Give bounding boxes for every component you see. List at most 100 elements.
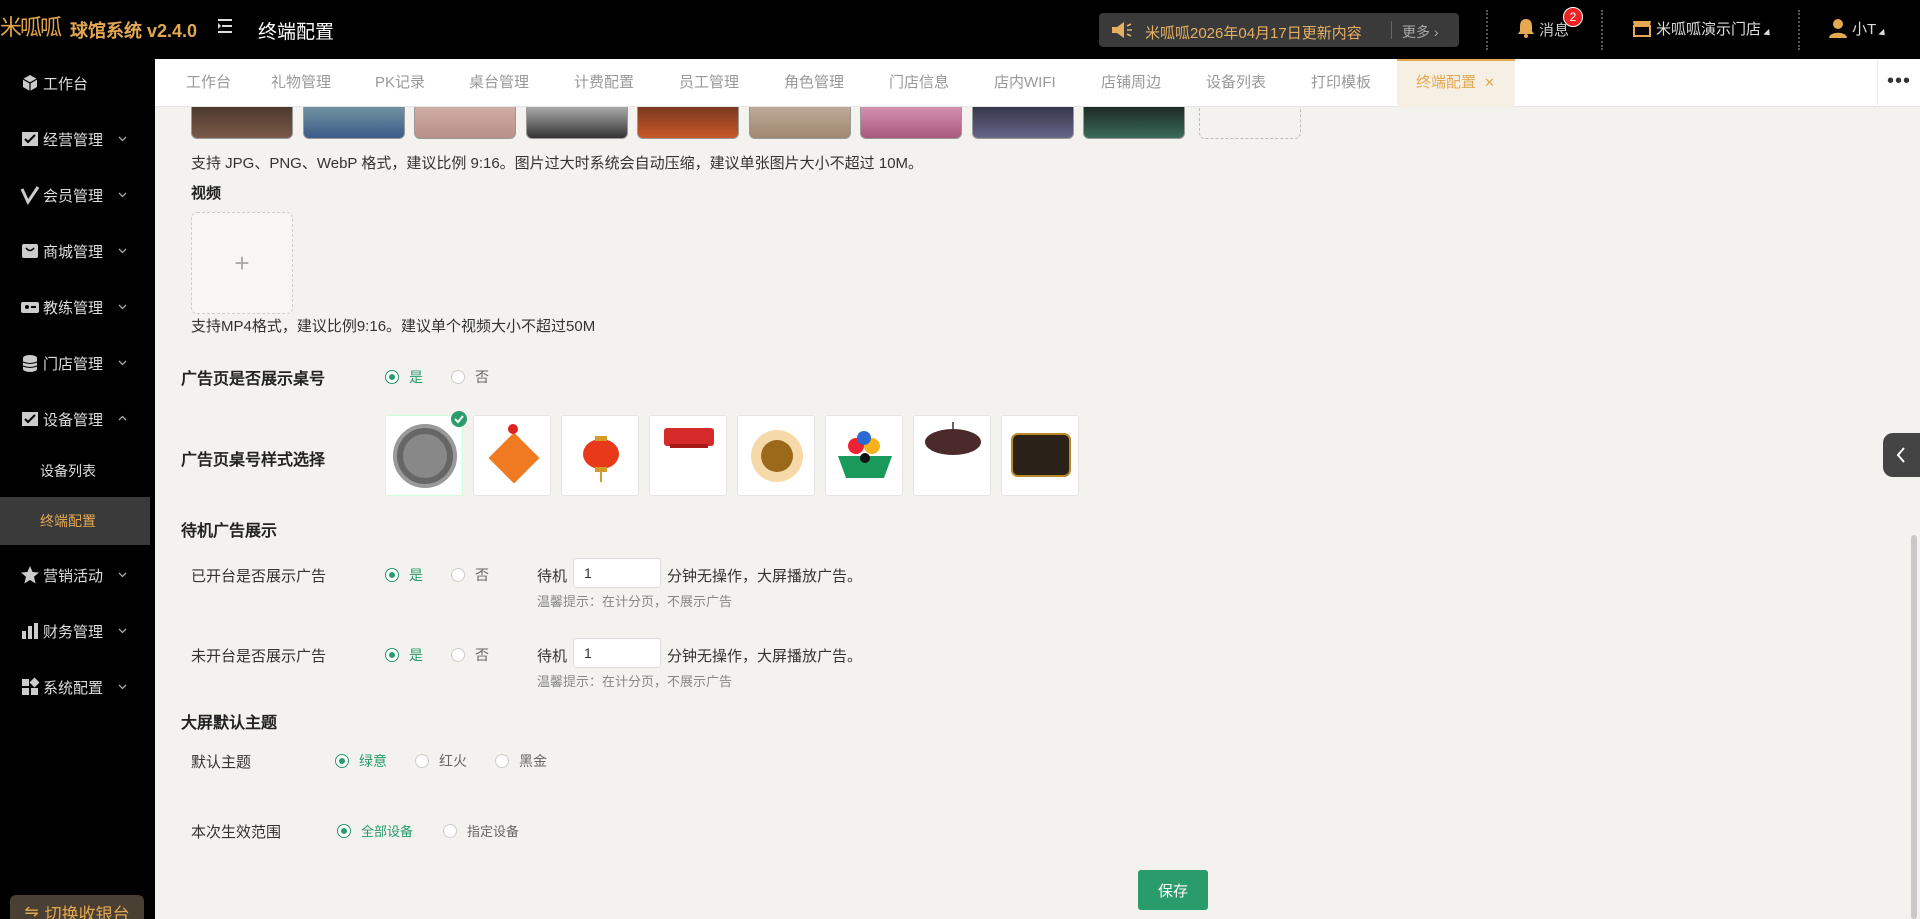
ad-show-table-label: 广告页是否展示桌号 (181, 371, 326, 388)
shop-icon (22, 244, 38, 258)
tab-billing[interactable]: 计费配置 (574, 59, 634, 107)
sidebar-item-members[interactable]: 会员管理 (0, 173, 155, 217)
scope-specific-devices-radio[interactable]: 指定设备 (443, 821, 519, 840)
tab-surroundings[interactable]: 店铺周边 (1101, 59, 1161, 107)
standby-prefix: 待机 (537, 568, 568, 585)
scope-label: 本次生效范围 (191, 824, 282, 841)
ad-image-thumb[interactable] (1083, 107, 1185, 139)
tab-print-templates[interactable]: 打印模板 (1311, 59, 1371, 107)
table-style-option-billiards[interactable] (825, 415, 903, 496)
ad-show-table-no-radio[interactable]: 否 (451, 367, 489, 387)
switch-arrows-icon: ⇋ (24, 902, 39, 919)
unopened-show-ad-no-radio[interactable]: 否 (451, 645, 489, 665)
theme-red-radio[interactable]: 红火 (415, 751, 467, 771)
tab-terminal-config[interactable]: 终端配置 ✕ (1397, 59, 1515, 107)
chevron-down-icon (118, 572, 127, 578)
add-image-button[interactable] (1199, 107, 1301, 139)
sidebar-item-devices[interactable]: 设备管理 (0, 397, 155, 441)
billiard-balls-icon (838, 431, 892, 478)
ad-table-style-label: 广告页桌号样式选择 (181, 452, 326, 469)
tab-roles[interactable]: 角色管理 (784, 59, 844, 107)
table-style-option-wood[interactable] (913, 415, 991, 496)
sidebar-item-stores[interactable]: 门店管理 (0, 341, 155, 385)
table-style-option-diamond[interactable] (473, 415, 551, 496)
sidebar-item-workbench[interactable]: 工作台 (0, 61, 155, 105)
star-icon (21, 566, 39, 584)
collapse-panel-button[interactable] (1883, 433, 1920, 477)
sidebar-item-marketing[interactable]: 营销活动 (0, 553, 155, 597)
sidebar-subitem-terminal-config[interactable]: 终端配置 (0, 497, 150, 545)
image-format-hint: 支持 JPG、PNG、WebP 格式，建议比例 9:16。图片过大时系统会自动压… (191, 155, 924, 172)
switch-cashier-button[interactable]: ⇋ 切换收银台 (10, 895, 144, 919)
opened-show-ad-no-radio[interactable]: 否 (451, 565, 489, 585)
ad-image-thumb[interactable] (972, 107, 1074, 139)
lantern-icon (583, 436, 619, 482)
ad-image-thumb[interactable] (860, 107, 962, 139)
tab-bar: 工作台 礼物管理 PK记录 桌台管理 计费配置 员工管理 角色管理 门店信息 店… (155, 59, 1920, 107)
bell-icon (1518, 19, 1534, 38)
device-icon (22, 412, 38, 426)
tab-workbench[interactable]: 工作台 (186, 59, 231, 107)
table-style-option-glow[interactable] (737, 415, 815, 496)
tab-pk-records[interactable]: PK记录 (375, 59, 425, 107)
grid-icon (22, 677, 40, 695)
page-title: 终端配置 (258, 22, 335, 43)
unopened-show-ad-label: 未开台是否展示广告 (191, 648, 327, 665)
sidebar-item-finance[interactable]: 财务管理 (0, 609, 155, 653)
table-style-option-black-gold[interactable] (1001, 415, 1079, 496)
table-style-option-banner[interactable] (649, 415, 727, 496)
theme-green-radio[interactable]: 绿意 (335, 751, 387, 771)
ad-image-thumb[interactable] (637, 107, 739, 139)
opened-show-ad-yes-radio[interactable]: 是 (385, 565, 423, 585)
more-icon[interactable]: ••• (1877, 59, 1920, 107)
check-icon (451, 411, 467, 427)
video-format-hint: 支持MP4格式，建议比例9:16。建议单个视频大小不超过50M (191, 318, 596, 335)
tab-staff[interactable]: 员工管理 (679, 59, 739, 107)
standby-prefix: 待机 (537, 648, 568, 665)
store-switcher[interactable]: 米呱呱演示门店 (1632, 18, 1773, 39)
sidebar-item-system[interactable]: 系统配置 (0, 665, 155, 709)
upload-video-button[interactable]: + (191, 212, 293, 314)
default-theme-label: 默认主题 (191, 754, 252, 771)
save-button[interactable]: 保存 (1138, 870, 1208, 910)
sidebar-item-mall[interactable]: 商城管理 (0, 229, 155, 273)
chevron-down-icon (118, 304, 127, 310)
notice-text[interactable]: 米呱呱2026年04月17日更新内容 (1145, 22, 1362, 43)
ad-image-thumb[interactable] (191, 107, 293, 139)
table-style-option-dial[interactable] (385, 411, 467, 496)
scope-all-devices-radio[interactable]: 全部设备 (337, 821, 413, 840)
sidebar-item-coaches[interactable]: 教练管理 (0, 285, 155, 329)
diamond-sign-icon (488, 424, 540, 484)
sidebar-subitem-device-list[interactable]: 设备列表 (0, 447, 150, 495)
ad-show-table-yes-radio[interactable]: 是 (385, 367, 423, 387)
store-icon (22, 132, 38, 146)
standby-suffix: 分钟无操作，大屏播放广告。 (667, 568, 863, 585)
scrollbar[interactable] (1911, 535, 1917, 919)
update-notice[interactable]: 米呱呱2026年04月17日更新内容 更多 › (1099, 13, 1459, 47)
menu-fold-icon[interactable] (216, 17, 234, 35)
tab-wifi[interactable]: 店内WIFI (994, 59, 1056, 107)
ad-image-thumb[interactable] (414, 107, 516, 139)
unopened-standby-minutes-input[interactable]: 1 (573, 638, 661, 668)
ad-image-thumb[interactable] (303, 107, 405, 139)
main-content: 支持 JPG、PNG、WebP 格式，建议比例 9:16。图片过大时系统会自动压… (155, 107, 1920, 919)
notice-more-link[interactable]: 更多 › (1402, 22, 1439, 42)
tab-device-list[interactable]: 设备列表 (1206, 59, 1266, 107)
dropdown-caret-icon (1878, 28, 1888, 39)
banner-icon (664, 428, 714, 448)
tab-store-info[interactable]: 门店信息 (889, 59, 949, 107)
table-style-option-lantern[interactable] (561, 415, 639, 496)
user-menu[interactable]: 小T (1828, 18, 1888, 39)
theme-black-gold-radio[interactable]: 黑金 (495, 751, 547, 771)
close-icon[interactable]: ✕ (1484, 75, 1495, 90)
tab-tables[interactable]: 桌台管理 (469, 59, 529, 107)
tab-gifts[interactable]: 礼物管理 (271, 59, 331, 107)
unopened-show-ad-yes-radio[interactable]: 是 (385, 645, 423, 665)
sidebar-item-operations[interactable]: 经营管理 (0, 117, 155, 161)
user-avatar-icon (1829, 19, 1847, 38)
ad-image-thumb[interactable] (749, 107, 851, 139)
chevron-down-icon (118, 360, 127, 366)
ad-image-thumb[interactable] (526, 107, 628, 139)
opened-standby-minutes-input[interactable]: 1 (573, 558, 661, 588)
cube-icon (22, 75, 38, 91)
